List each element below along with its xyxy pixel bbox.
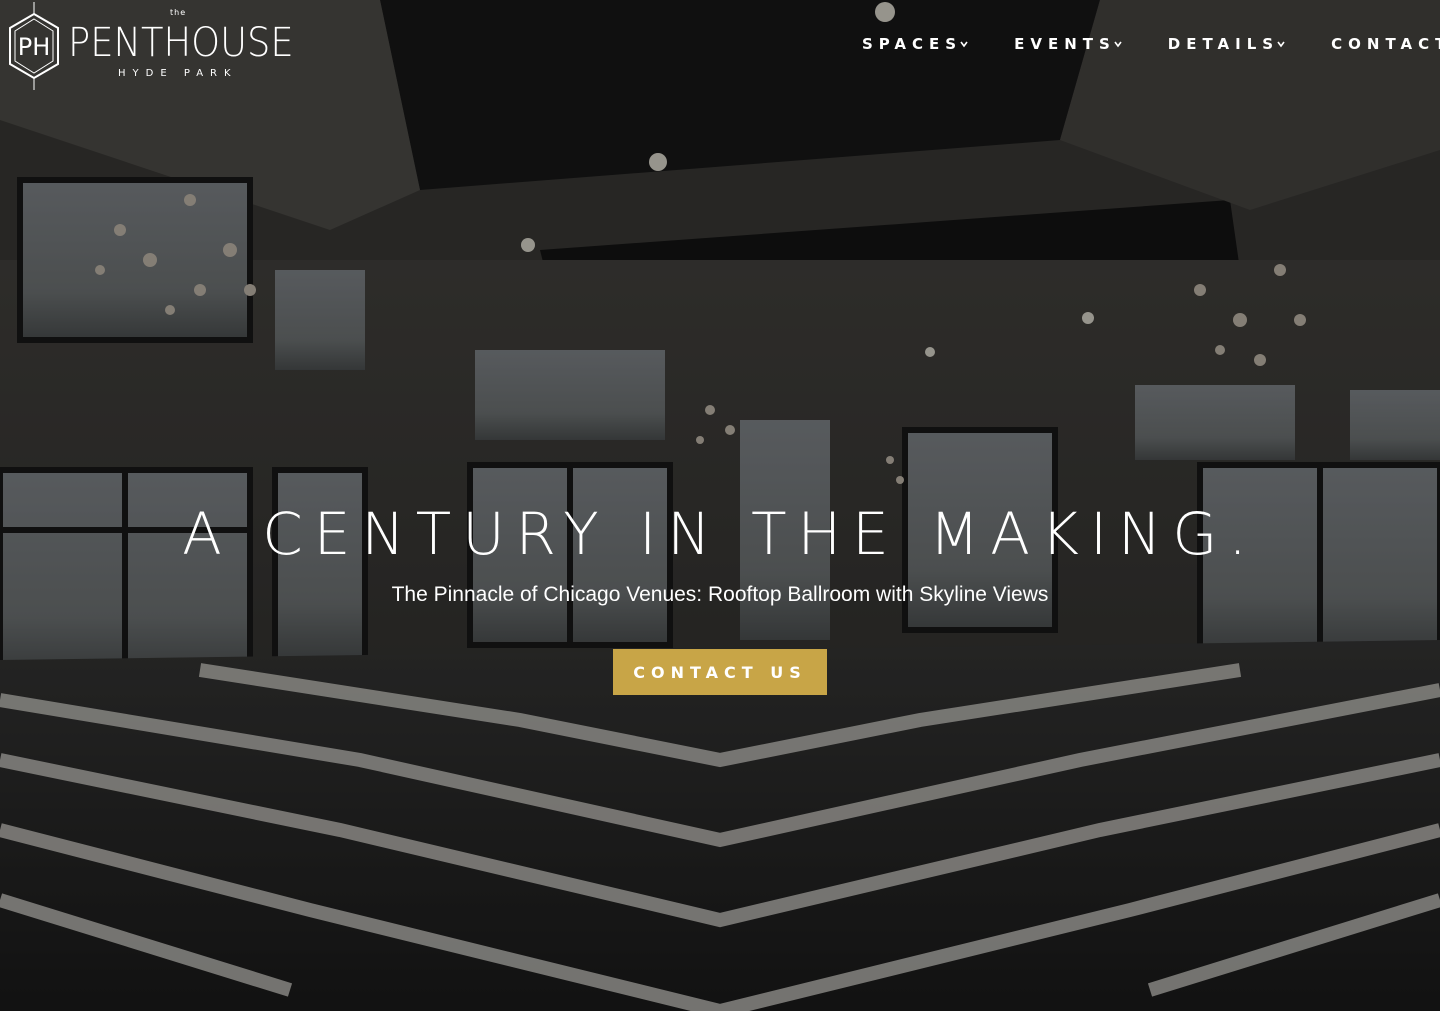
contact-us-button[interactable]: CONTACT US xyxy=(613,649,827,695)
nav-item-contact[interactable]: CONTACT xyxy=(1331,35,1440,53)
monogram-hex-icon: PH xyxy=(9,2,59,90)
nav-item-events[interactable]: EVENTS xyxy=(1014,35,1122,53)
hero-headline: A CENTURY IN THE MAKING. xyxy=(182,500,1258,568)
nav-label: DETAILS xyxy=(1167,35,1280,53)
logo-location: HYDE PARK xyxy=(118,68,238,79)
nav-item-details[interactable]: DETAILS xyxy=(1168,35,1285,53)
logo-name: PENTHOUSE xyxy=(68,20,294,66)
chevron-down-icon xyxy=(960,41,968,48)
monogram-text: PH xyxy=(18,33,51,61)
site-logo[interactable]: PH the PENTHOUSE HYDE PARK xyxy=(4,0,294,92)
nav-label: CONTACT xyxy=(1331,35,1440,53)
logo-the: the xyxy=(170,8,187,17)
chevron-down-icon xyxy=(1114,41,1122,48)
nav-label: EVENTS xyxy=(1014,35,1116,53)
nav-item-spaces[interactable]: SPACES xyxy=(862,35,968,53)
nav-label: SPACES xyxy=(862,35,963,53)
main-nav: SPACES EVENTS DETAILS CONTACT xyxy=(862,30,1440,58)
chevron-down-icon xyxy=(1277,41,1285,48)
hero-subheadline: The Pinnacle of Chicago Venues: Rooftop … xyxy=(391,583,1049,606)
